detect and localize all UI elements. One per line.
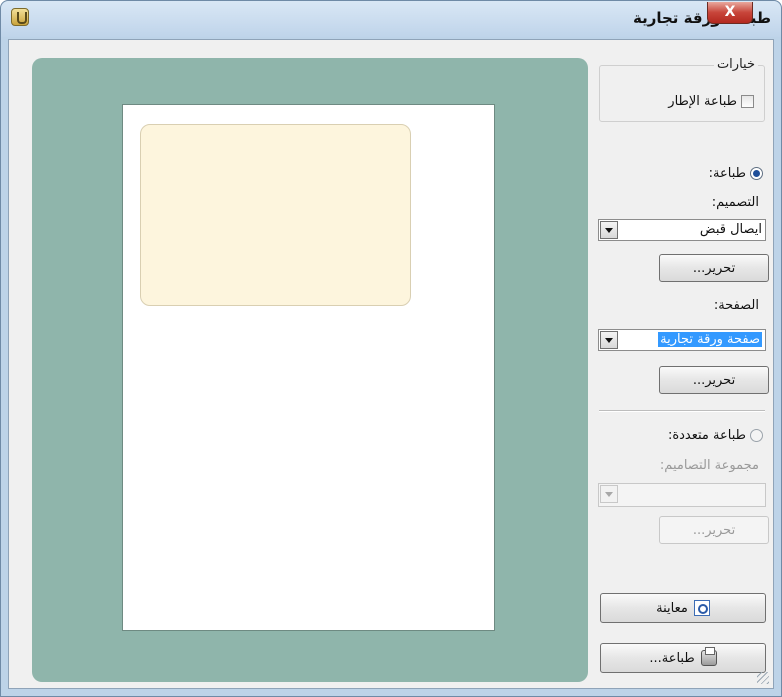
options-legend: خيارات [713, 57, 758, 72]
single-print-label: طباعة: [708, 166, 746, 181]
single-print-option[interactable]: طباعة: [709, 166, 763, 181]
edit-design-group-button[interactable]: تحرير... [659, 516, 769, 544]
printer-icon [700, 647, 717, 666]
design-group-label: مجموعة التصاميم: [659, 458, 759, 473]
single-print-radio[interactable] [750, 167, 763, 180]
multi-print-radio[interactable] [750, 429, 763, 442]
print-button[interactable]: طباعة... [600, 643, 766, 673]
chevron-down-icon[interactable] [600, 331, 618, 349]
page-label: الصفحة: [713, 298, 759, 313]
section-divider [599, 410, 765, 412]
chevron-down-icon[interactable] [600, 221, 618, 239]
print-frame-checkbox[interactable] [741, 95, 754, 108]
preview-page [122, 104, 495, 631]
preview-button[interactable]: معاينة [600, 593, 766, 623]
preview-icon [693, 600, 710, 616]
edit-design-button[interactable]: تحرير... [659, 254, 769, 282]
page-select-value: صفحة ورقة تجارية [658, 332, 762, 347]
close-button[interactable]: X [707, 2, 753, 24]
page-select[interactable]: صفحة ورقة تجارية [598, 329, 766, 351]
chevron-down-icon[interactable] [600, 485, 618, 503]
app-icon[interactable] [11, 8, 29, 26]
print-button-label: طباعة... [649, 650, 695, 666]
design-select-value: ايصال قبض [699, 222, 762, 237]
print-frame-label: طباعة الإطار [668, 94, 737, 109]
print-dialog-window: طباعة ورقة تجارية X خيارات طباعة الإطار … [0, 0, 782, 697]
preview-button-label: معاينة [656, 600, 688, 616]
print-preview-area [32, 58, 588, 682]
multi-print-option[interactable]: طباعة متعددة: [668, 428, 763, 443]
design-select[interactable]: ايصال قبض [598, 219, 766, 241]
edit-page-button[interactable]: تحرير... [659, 366, 769, 394]
dialog-body: خيارات طباعة الإطار طباعة: التصميم: ايصا… [8, 39, 774, 689]
preview-design-card [140, 124, 411, 306]
title-bar[interactable]: طباعة ورقة تجارية X [1, 1, 781, 37]
design-label: التصميم: [711, 195, 759, 210]
resize-grip[interactable] [757, 672, 769, 684]
print-frame-option[interactable]: طباعة الإطار [668, 94, 754, 109]
options-group: خيارات طباعة الإطار [599, 57, 765, 122]
design-group-select[interactable] [598, 483, 766, 507]
multi-print-label: طباعة متعددة: [667, 428, 746, 443]
